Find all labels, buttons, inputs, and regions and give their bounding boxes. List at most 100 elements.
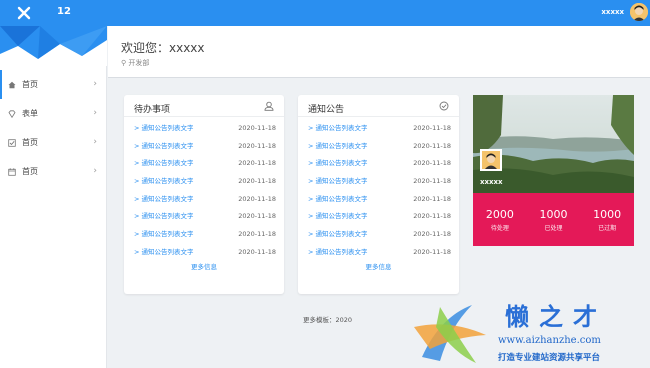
sidebar-item-label: 首页 bbox=[22, 138, 38, 147]
footer-text: 更多模板：2020 bbox=[303, 316, 353, 324]
item-date: 2020-11-18 bbox=[238, 230, 276, 239]
item-title[interactable]: > 通知公告列表文字 bbox=[134, 120, 194, 138]
more-link[interactable]: 更多信息 bbox=[124, 261, 284, 271]
item-date: 2020-11-18 bbox=[413, 141, 451, 150]
item-title[interactable]: > 通知公告列表文字 bbox=[308, 138, 368, 156]
todo-card: 待办事项 > 通知公告列表文字 2020-11-18 > 通知公告列表文字 2020… bbox=[124, 95, 284, 294]
item-date: 2020-11-18 bbox=[413, 247, 451, 256]
watermark-slogan: 打造专业建站资源共享平台 bbox=[498, 353, 601, 363]
stat-processed[interactable]: 1000 已处理 bbox=[527, 193, 581, 246]
list-item[interactable]: > 通知公告列表文字 2020-11-18 bbox=[308, 191, 451, 209]
watermark: 懒之才 www.aizhanzhe.com 打造专业建站资源共享平台 bbox=[410, 295, 650, 368]
item-title[interactable]: > 通知公告列表文字 bbox=[134, 244, 194, 262]
chevron-right-icon: › bbox=[93, 108, 97, 118]
watermark-logo bbox=[414, 305, 486, 363]
close-icon[interactable] bbox=[14, 3, 34, 23]
chevron-right-icon: › bbox=[93, 79, 97, 89]
profile-avatar[interactable] bbox=[480, 149, 502, 171]
profile-card: xxxxx 2000 待处理 1000 已处理 1000 已过期 bbox=[473, 95, 634, 246]
item-title[interactable]: > 通知公告列表文字 bbox=[308, 155, 368, 173]
list-item[interactable]: > 通知公告列表文字 2020-11-18 bbox=[308, 120, 451, 138]
more-link[interactable]: 更多信息 bbox=[298, 261, 459, 271]
sidebar-item-label: 首页 bbox=[22, 80, 38, 89]
list-item[interactable]: > 通知公告列表文字 2020-11-18 bbox=[308, 208, 451, 226]
list-item[interactable]: > 通知公告列表文字 2020-11-18 bbox=[134, 191, 276, 209]
sidebar-item-form[interactable]: 表单 › bbox=[0, 99, 107, 128]
list-item[interactable]: > 通知公告列表文字 2020-11-18 bbox=[134, 173, 276, 191]
item-title[interactable]: > 通知公告列表文字 bbox=[134, 155, 194, 173]
item-date: 2020-11-18 bbox=[238, 124, 276, 132]
sidebar: 首页 › 表单 › 首页 › 首页 › bbox=[0, 26, 107, 368]
list-item[interactable]: > 通知公告列表文字 2020-11-18 bbox=[308, 244, 451, 262]
checkbox-icon bbox=[8, 138, 16, 147]
stat-label: 已处理 bbox=[544, 225, 563, 232]
stat-expired[interactable]: 1000 已过期 bbox=[580, 193, 634, 246]
item-title[interactable]: > 通知公告列表文字 bbox=[134, 226, 194, 244]
stats-panel: 2000 待处理 1000 已处理 1000 已过期 bbox=[473, 193, 634, 246]
item-date: 2020-11-18 bbox=[238, 141, 276, 150]
department-name: 开发部 bbox=[128, 59, 150, 67]
welcome-panel: 欢迎您：xxxxx ⚲ 开发部 bbox=[108, 26, 650, 78]
item-title[interactable]: > 通知公告列表文字 bbox=[134, 173, 194, 191]
item-title[interactable]: > 通知公告列表文字 bbox=[308, 120, 368, 138]
list-item[interactable]: > 通知公告列表文字 2020-11-18 bbox=[308, 173, 451, 191]
item-title[interactable]: > 通知公告列表文字 bbox=[308, 173, 368, 191]
item-date: 2020-11-18 bbox=[413, 194, 451, 203]
list-item[interactable]: > 通知公告列表文字 2020-11-18 bbox=[134, 155, 276, 173]
user-avatar[interactable] bbox=[630, 3, 648, 21]
list-item[interactable]: > 通知公告列表文字 2020-11-18 bbox=[134, 226, 276, 244]
stat-label: 待处理 bbox=[490, 225, 509, 232]
stat-value: 2000 bbox=[485, 208, 514, 221]
item-date: 2020-11-18 bbox=[238, 212, 276, 221]
stat-pending[interactable]: 2000 待处理 bbox=[473, 193, 527, 246]
department-label: ⚲ 开发部 bbox=[121, 58, 149, 68]
divider bbox=[298, 116, 459, 117]
item-title[interactable]: > 通知公告列表文字 bbox=[308, 226, 368, 244]
todo-card-title: 待办事项 bbox=[134, 105, 171, 115]
list-item[interactable]: > 通知公告列表文字 2020-11-18 bbox=[134, 244, 276, 262]
list-item[interactable]: > 通知公告列表文字 2020-11-18 bbox=[308, 138, 451, 156]
list-item[interactable]: > 通知公告列表文字 2020-11-18 bbox=[134, 138, 276, 156]
list-item[interactable]: > 通知公告列表文字 2020-11-18 bbox=[308, 226, 451, 244]
todo-list: > 通知公告列表文字 2020-11-18 > 通知公告列表文字 2020-11-1… bbox=[134, 120, 276, 262]
item-title[interactable]: > 通知公告列表文字 bbox=[308, 191, 368, 209]
notice-list: > 通知公告列表文字 2020-11-18 > 通知公告列表文字 2020-11-1… bbox=[308, 120, 451, 262]
sidebar-item-home[interactable]: 首页 › bbox=[0, 70, 107, 99]
app-name: 12 bbox=[57, 6, 71, 17]
home-icon bbox=[8, 81, 16, 88]
item-date: 2020-11-18 bbox=[238, 194, 276, 203]
sidebar-item-label: 表单 bbox=[22, 109, 38, 118]
sidebar-item-home-2[interactable]: 首页 › bbox=[0, 128, 107, 157]
welcome-greeting: 欢迎您：xxxxx bbox=[121, 41, 205, 55]
list-item[interactable]: > 通知公告列表文字 2020-11-18 bbox=[134, 120, 276, 138]
diamond-icon bbox=[8, 109, 16, 118]
stat-value: 1000 bbox=[539, 208, 568, 221]
watermark-url: www.aizhanzhe.com bbox=[498, 335, 601, 346]
calendar-icon bbox=[8, 167, 16, 176]
item-title[interactable]: > 通知公告列表文字 bbox=[134, 191, 194, 209]
sidebar-item-home-3[interactable]: 首页 › bbox=[0, 157, 107, 186]
chevron-right-icon: › bbox=[93, 137, 97, 147]
list-item[interactable]: > 通知公告列表文字 2020-11-18 bbox=[134, 208, 276, 226]
item-title[interactable]: > 通知公告列表文字 bbox=[308, 208, 368, 226]
notice-card-title: 通知公告 bbox=[308, 105, 345, 115]
item-date: 2020-11-18 bbox=[413, 230, 451, 239]
watermark-brand: 懒之才 bbox=[505, 302, 607, 331]
notice-card: 通知公告 > 通知公告列表文字 2020-11-18 > 通知公告列表文字 2020… bbox=[298, 95, 459, 294]
stat-label: 已过期 bbox=[598, 225, 617, 232]
location-icon: ⚲ bbox=[121, 59, 127, 67]
profile-name: xxxxx bbox=[480, 178, 503, 186]
divider bbox=[124, 116, 284, 117]
item-date: 2020-11-18 bbox=[413, 124, 451, 132]
stat-value: 1000 bbox=[593, 208, 622, 221]
top-bar: 12 xxxxx bbox=[0, 0, 650, 26]
item-date: 2020-11-18 bbox=[413, 177, 451, 186]
user-name[interactable]: xxxxx bbox=[601, 8, 624, 16]
check-circle-icon bbox=[439, 101, 449, 111]
sidebar-item-label: 首页 bbox=[22, 167, 38, 176]
chevron-right-icon: › bbox=[93, 166, 97, 176]
item-title[interactable]: > 通知公告列表文字 bbox=[134, 138, 194, 156]
item-title[interactable]: > 通知公告列表文字 bbox=[134, 208, 194, 226]
list-item[interactable]: > 通知公告列表文字 2020-11-18 bbox=[308, 155, 451, 173]
item-title[interactable]: > 通知公告列表文字 bbox=[308, 244, 368, 262]
